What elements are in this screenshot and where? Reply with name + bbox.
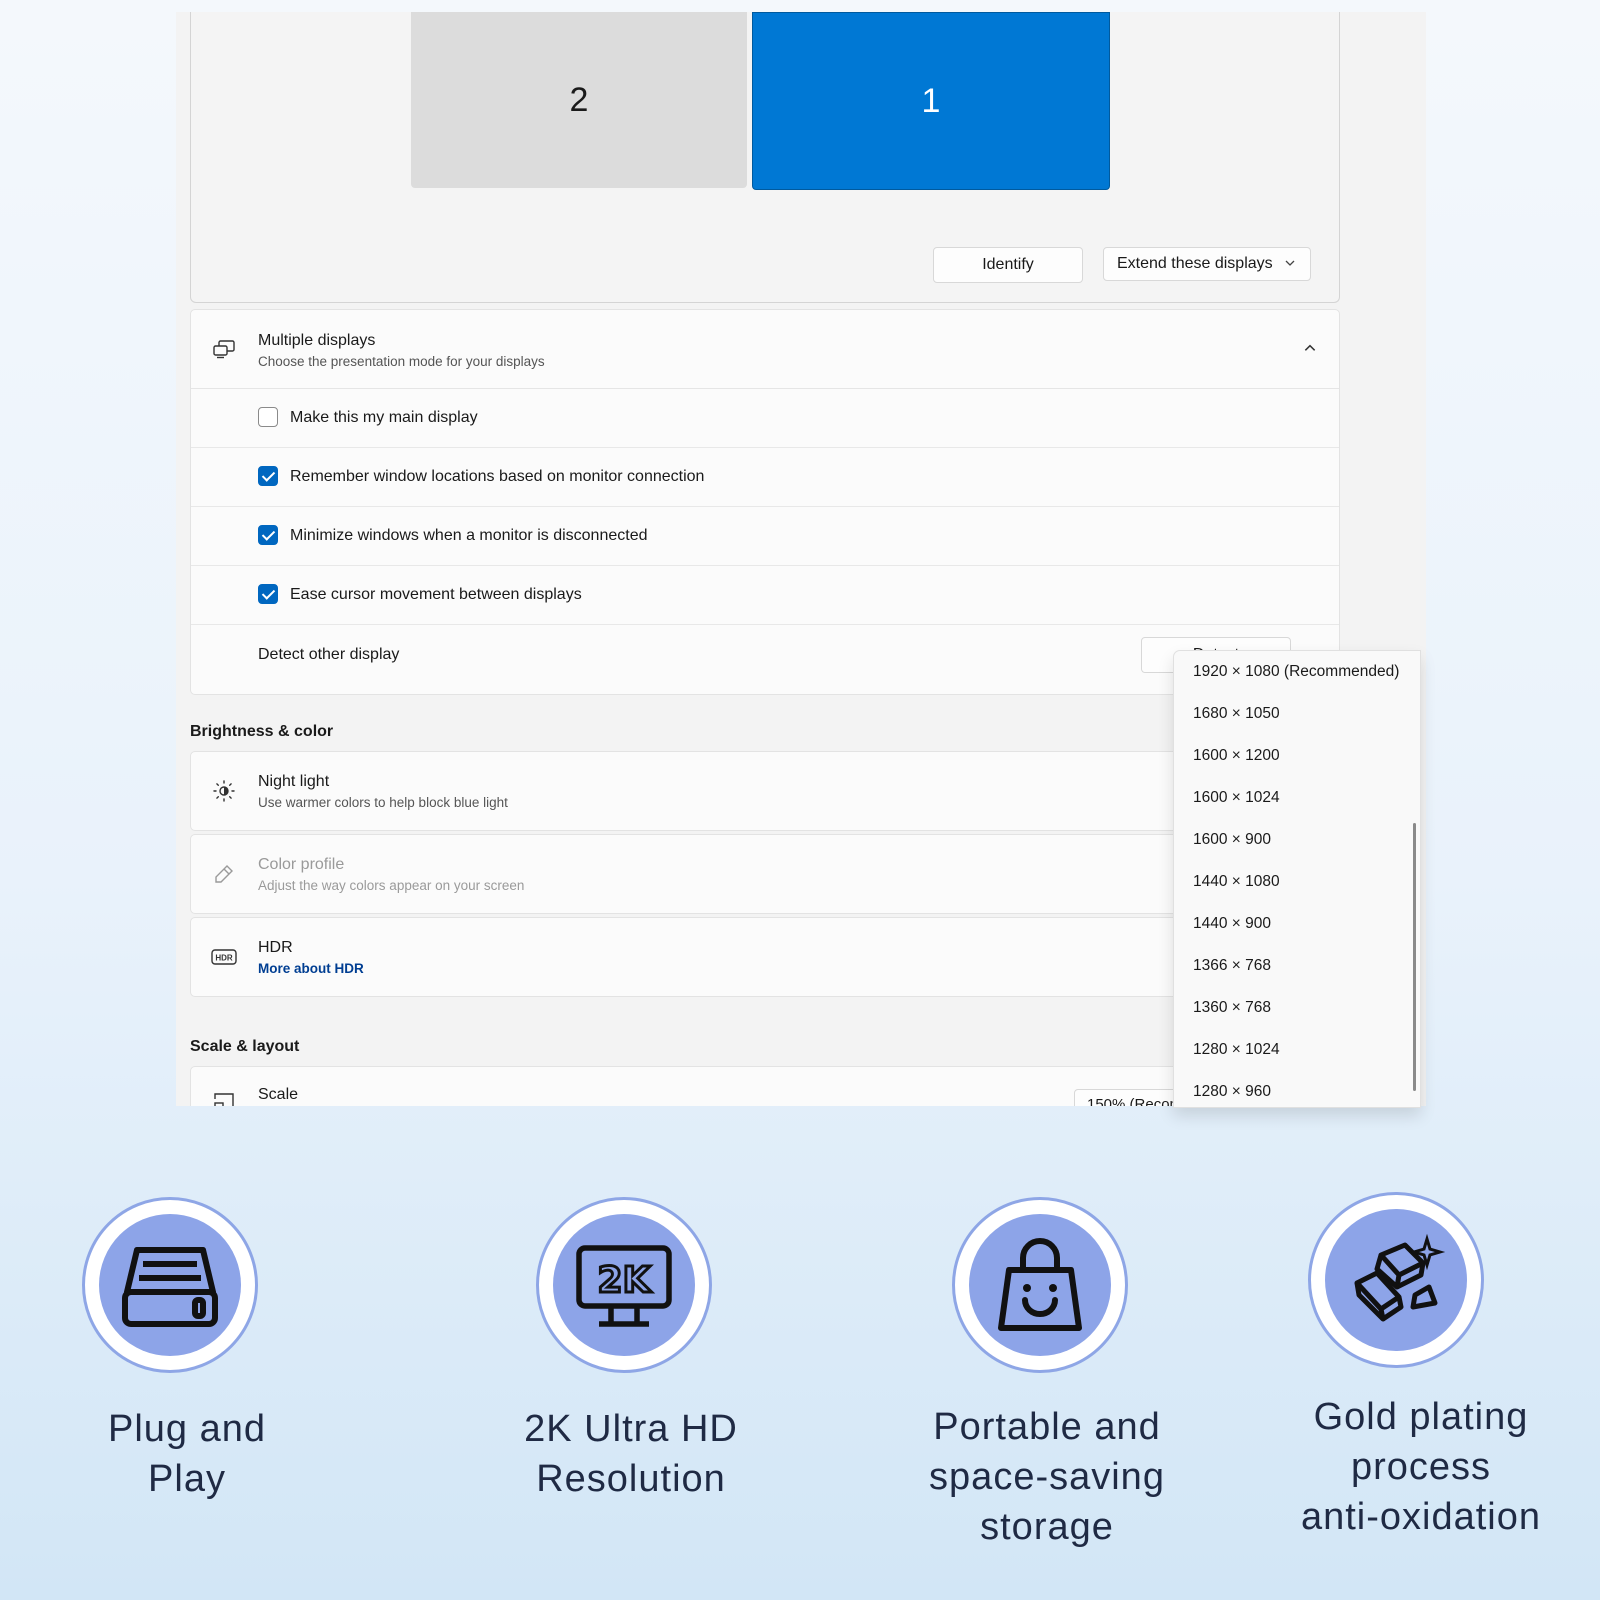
monitor-1-tile[interactable]: 1 bbox=[752, 12, 1110, 190]
monitor-number: 2 bbox=[569, 80, 589, 119]
option-label: Minimize windows when a monitor is disco… bbox=[290, 527, 648, 544]
main-display-checkbox[interactable] bbox=[258, 407, 278, 427]
gold-bars-icon bbox=[1308, 1192, 1484, 1368]
feature-line: 2K Ultra HD bbox=[524, 1408, 738, 1450]
option-label: Remember window locations based on monit… bbox=[290, 468, 705, 485]
feature-line: Resolution bbox=[536, 1458, 726, 1500]
display-arrangement: 2 1 Identify Extend these displays bbox=[190, 12, 1340, 303]
hdr-icon: HDR bbox=[211, 944, 237, 970]
resolution-option[interactable]: 1600 × 1024 bbox=[1193, 789, 1280, 807]
scale-layout-heading: Scale & layout bbox=[190, 1038, 300, 1055]
scale-row: Scale 150% (Recommended) bbox=[190, 1066, 1340, 1106]
resolution-option[interactable]: 1280 × 1024 bbox=[1193, 1041, 1280, 1059]
feature-line: Play bbox=[148, 1458, 226, 1500]
identify-button[interactable]: Identify bbox=[933, 247, 1083, 283]
svg-text:2K: 2K bbox=[598, 1260, 652, 1301]
resolution-option[interactable]: 1440 × 900 bbox=[1193, 915, 1271, 933]
resolution-option[interactable]: 1360 × 768 bbox=[1193, 999, 1271, 1017]
shopping-bag-icon bbox=[952, 1197, 1128, 1373]
detect-label: Detect other display bbox=[258, 646, 400, 663]
resolution-option[interactable]: 1600 × 1200 bbox=[1193, 747, 1280, 765]
color-profile-title: Color profile bbox=[258, 856, 345, 873]
option-row: Remember window locations based on monit… bbox=[191, 448, 1339, 507]
display-mode-select[interactable]: Extend these displays bbox=[1103, 247, 1311, 281]
color-profile-row[interactable]: Color profile Adjust the way colors appe… bbox=[190, 834, 1340, 914]
option-label: Make this my main display bbox=[290, 409, 478, 426]
hdr-title: HDR bbox=[258, 939, 293, 956]
resolution-option[interactable]: 1440 × 1080 bbox=[1193, 873, 1280, 891]
display-mode-value: Extend these displays bbox=[1117, 255, 1273, 272]
sun-icon bbox=[211, 778, 237, 804]
resolution-dropdown: 1920 × 1080 (Recommended) 1680 × 1050 16… bbox=[1173, 650, 1421, 1108]
option-row: Make this my main display bbox=[191, 389, 1339, 448]
feature-line: anti-oxidation bbox=[1300, 1496, 1542, 1538]
night-light-row[interactable]: Night light Use warmer colors to help bl… bbox=[190, 751, 1340, 831]
monitor-number: 1 bbox=[921, 81, 941, 120]
resolution-option[interactable]: 1920 × 1080 (Recommended) bbox=[1193, 663, 1399, 681]
night-light-subtitle: Use warmer colors to help block blue lig… bbox=[258, 795, 508, 810]
feature-line: Plug and bbox=[107, 1408, 266, 1450]
multiple-displays-subtitle: Choose the presentation mode for your di… bbox=[258, 354, 545, 369]
minimize-windows-checkbox[interactable] bbox=[258, 525, 278, 545]
multiple-displays-icon bbox=[211, 336, 237, 362]
color-profile-subtitle: Adjust the way colors appear on your scr… bbox=[258, 878, 525, 893]
monitor-2-tile[interactable]: 2 bbox=[411, 12, 747, 188]
resolution-option[interactable]: 1280 × 960 bbox=[1193, 1083, 1271, 1101]
2k-monitor-icon: 2K bbox=[536, 1197, 712, 1373]
option-row: Ease cursor movement between displays bbox=[191, 566, 1339, 625]
more-about-hdr-link[interactable]: More about HDR bbox=[258, 961, 364, 976]
resolution-option[interactable]: 1680 × 1050 bbox=[1193, 705, 1280, 723]
feature-text: Gold plating process anti-oxidation bbox=[1251, 1392, 1591, 1542]
detect-row: Detect other display Detect bbox=[191, 625, 1339, 693]
chevron-up-icon[interactable] bbox=[1303, 338, 1317, 355]
scale-title: Scale bbox=[258, 1086, 299, 1103]
brightness-color-heading: Brightness & color bbox=[190, 723, 334, 740]
resolution-option[interactable]: 1600 × 900 bbox=[1193, 831, 1271, 849]
feature-text: Plug and Play bbox=[17, 1404, 357, 1504]
dropdown-scrollbar[interactable] bbox=[1413, 823, 1416, 1091]
night-light-title: Night light bbox=[258, 773, 330, 790]
eyedropper-icon bbox=[211, 861, 237, 887]
multiple-displays-header[interactable]: Multiple displays Choose the presentatio… bbox=[191, 310, 1339, 389]
option-label: Ease cursor movement between displays bbox=[290, 586, 582, 603]
feature-line: process bbox=[1350, 1446, 1492, 1488]
multiple-displays-title: Multiple displays bbox=[258, 332, 376, 349]
resolution-option[interactable]: 1366 × 768 bbox=[1193, 957, 1271, 975]
feature-line: Portable and bbox=[933, 1406, 1161, 1448]
ease-cursor-checkbox[interactable] bbox=[258, 584, 278, 604]
hdr-row[interactable]: HDR HDR More about HDR bbox=[190, 917, 1340, 997]
feature-line: Gold plating bbox=[1313, 1396, 1529, 1438]
feature-text: Portable and space-saving storage bbox=[877, 1402, 1217, 1552]
chevron-down-icon bbox=[1284, 256, 1296, 272]
drive-icon bbox=[82, 1197, 258, 1373]
svg-text:HDR: HDR bbox=[215, 954, 233, 963]
feature-line: storage bbox=[980, 1506, 1114, 1548]
remember-locations-checkbox[interactable] bbox=[258, 466, 278, 486]
feature-text: 2K Ultra HD Resolution bbox=[461, 1404, 801, 1504]
option-row: Minimize windows when a monitor is disco… bbox=[191, 507, 1339, 566]
feature-line: space-saving bbox=[929, 1456, 1165, 1498]
scale-icon bbox=[211, 1089, 237, 1106]
multiple-displays-card: Multiple displays Choose the presentatio… bbox=[190, 309, 1340, 695]
